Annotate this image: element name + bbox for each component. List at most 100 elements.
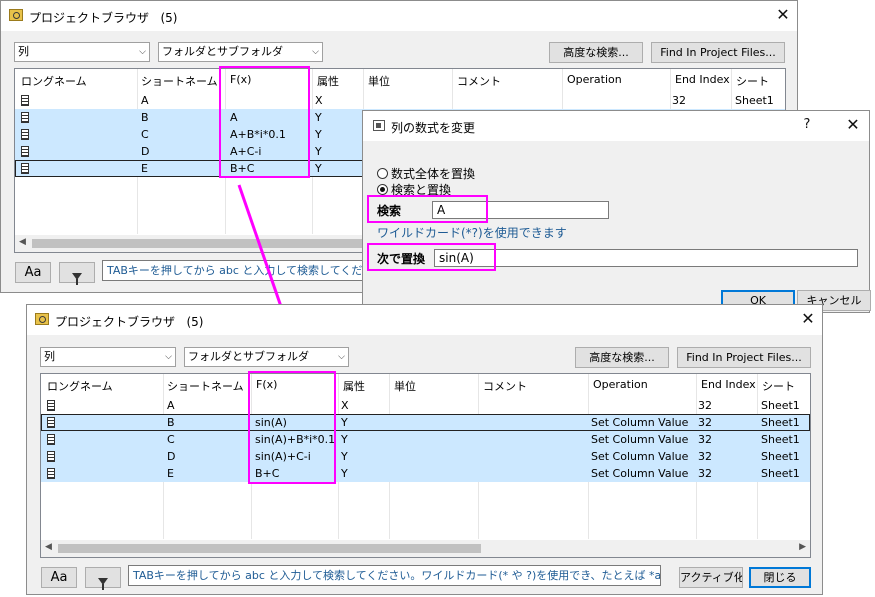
- cell-short: E: [141, 162, 148, 175]
- cell-fx: sin(A)+C-i: [255, 450, 311, 463]
- close-icon[interactable]: ✕: [796, 309, 820, 329]
- table-row[interactable]: E B+C Y Set Column Value 32 Sheet1: [41, 465, 810, 482]
- title-bar: プロジェクトブラウザ (5) ✕: [1, 1, 797, 31]
- replace-whole-radio[interactable]: [377, 168, 388, 179]
- close-button[interactable]: 閉じる: [749, 567, 811, 588]
- column-icon: [47, 468, 55, 479]
- column-icon: [47, 451, 55, 462]
- header-shortname[interactable]: ショートネーム: [141, 73, 218, 89]
- case-sensitive-button[interactable]: Aa: [15, 262, 51, 283]
- cell-sheet: Sheet1: [761, 433, 800, 446]
- search-input[interactable]: TABキーを押してから abc と入力して検索してください。ワイルドカード(* …: [128, 565, 661, 586]
- header-longname[interactable]: ロングネーム: [21, 73, 87, 89]
- cell-end: 32: [698, 450, 712, 463]
- column-icon: [21, 112, 29, 123]
- scope-combo-value: フォルダとサブフォルダ: [162, 45, 283, 58]
- dialog-title: 列の数式を変更: [391, 121, 476, 135]
- header-shortname[interactable]: ショートネーム: [167, 378, 244, 394]
- scrollbar-thumb[interactable]: [58, 544, 481, 553]
- cell-attr: Y: [341, 450, 348, 463]
- window-title: プロジェクトブラウザ: [29, 11, 150, 25]
- table-row[interactable]: A X 32 Sheet1: [15, 92, 785, 109]
- table-row[interactable]: B sin(A) Y Set Column Value 32 Sheet1: [41, 414, 810, 431]
- cell-attr: Y: [315, 145, 322, 158]
- scope-combo[interactable]: フォルダとサブフォルダ ⌵: [158, 42, 323, 62]
- arrow-left-icon[interactable]: ◀: [45, 542, 52, 552]
- header-unit[interactable]: 単位: [368, 73, 390, 89]
- help-icon[interactable]: ?: [795, 115, 819, 135]
- scope-combo[interactable]: フォルダとサブフォルダ ⌵: [184, 347, 349, 367]
- cell-end: 32: [698, 467, 712, 480]
- cell-end: 32: [672, 94, 686, 107]
- type-combo-value: 列: [18, 45, 29, 58]
- cell-attr: X: [315, 94, 323, 107]
- column-icon: [21, 146, 29, 157]
- chevron-down-icon: ⌵: [312, 47, 319, 57]
- column-icon: [21, 163, 29, 174]
- item-count: (5): [186, 315, 204, 329]
- arrow-left-icon[interactable]: ◀: [19, 237, 26, 247]
- header-attr[interactable]: 属性: [317, 73, 339, 89]
- replace-label: 次で置換: [377, 252, 426, 266]
- change-formula-dialog: 列の数式を変更 ? ✕ 数式全体を置換 検索と置換 検索 A ワイルドカード(*…: [362, 110, 871, 313]
- filter-icon: [72, 273, 82, 285]
- search-label: 検索: [377, 204, 402, 218]
- dialog-icon: [373, 120, 385, 131]
- table-row[interactable]: D sin(A)+C-i Y Set Column Value 32 Sheet…: [41, 448, 810, 465]
- cell-sheet: Sheet1: [761, 416, 800, 429]
- header-operation[interactable]: Operation: [567, 73, 622, 86]
- item-count: (5): [160, 11, 178, 25]
- header-comment[interactable]: コメント: [457, 73, 501, 89]
- arrow-right-icon[interactable]: ▶: [799, 542, 806, 552]
- find-replace-radio[interactable]: [377, 184, 388, 195]
- table-row[interactable]: A X 32 Sheet1: [41, 397, 810, 414]
- dialog-title-bar: 列の数式を変更 ? ✕: [363, 111, 869, 141]
- header-end-index[interactable]: End Index: [675, 73, 730, 86]
- advanced-search-button[interactable]: 高度な検索...: [575, 347, 669, 368]
- header-longname[interactable]: ロングネーム: [47, 378, 113, 394]
- cell-operation: Set Column Value: [591, 467, 689, 480]
- cell-attr: Y: [315, 162, 322, 175]
- header-operation[interactable]: Operation: [593, 378, 648, 391]
- cell-short: E: [167, 467, 174, 480]
- header-unit[interactable]: 単位: [394, 378, 416, 394]
- cell-short: D: [141, 145, 150, 158]
- cell-short: C: [167, 433, 175, 446]
- advanced-search-button[interactable]: 高度な検索...: [549, 42, 643, 63]
- header-attr[interactable]: 属性: [343, 378, 365, 394]
- search-field[interactable]: A: [432, 201, 609, 219]
- table-row[interactable]: C sin(A)+B*i*0.1 Y Set Column Value 32 S…: [41, 431, 810, 448]
- header-sheet[interactable]: シート: [736, 73, 769, 89]
- close-icon[interactable]: ✕: [841, 115, 865, 135]
- cell-fx: sin(A)+B*i*0.1: [255, 433, 336, 446]
- header-comment[interactable]: コメント: [483, 378, 527, 394]
- cell-short: B: [141, 111, 149, 124]
- column-list[interactable]: ロングネーム ショートネーム F(x) 属性 単位 コメント Operation…: [40, 373, 811, 558]
- cell-end: 32: [698, 399, 712, 412]
- cell-end: 32: [698, 416, 712, 429]
- cell-sheet: Sheet1: [735, 94, 774, 107]
- column-icon: [47, 434, 55, 445]
- find-in-project-files-button[interactable]: Find In Project Files...: [677, 347, 811, 368]
- header-fx[interactable]: F(x): [256, 378, 277, 391]
- type-combo[interactable]: 列 ⌵: [14, 42, 150, 62]
- header-fx[interactable]: F(x): [230, 73, 251, 86]
- filter-button[interactable]: [85, 567, 121, 590]
- type-combo[interactable]: 列 ⌵: [40, 347, 176, 367]
- cell-operation: Set Column Value: [591, 416, 689, 429]
- title-bar: プロジェクトブラウザ (5) ✕: [27, 305, 822, 335]
- header-end-index[interactable]: End Index: [701, 378, 756, 391]
- find-in-project-files-button[interactable]: Find In Project Files...: [651, 42, 785, 63]
- horizontal-scrollbar[interactable]: ◀ ▶: [41, 540, 810, 557]
- header-sheet[interactable]: シート: [762, 378, 795, 394]
- activate-button[interactable]: アクティブ化: [679, 567, 743, 588]
- replace-field[interactable]: sin(A): [434, 249, 858, 267]
- filter-button[interactable]: [59, 262, 95, 285]
- list-header: ロングネーム ショートネーム F(x) 属性 単位 コメント Operation…: [41, 374, 810, 396]
- scope-combo-value: フォルダとサブフォルダ: [188, 350, 309, 363]
- search-input[interactable]: TABキーを押してから abc と入力して検索してくださ: [102, 260, 367, 281]
- case-sensitive-button[interactable]: Aa: [41, 567, 77, 588]
- project-browser-window-bottom: プロジェクトブラウザ (5) ✕ 列 ⌵ フォルダとサブフォルダ ⌵ 高度な検索..…: [26, 304, 823, 595]
- close-icon[interactable]: ✕: [771, 5, 795, 25]
- cell-attr: Y: [341, 467, 348, 480]
